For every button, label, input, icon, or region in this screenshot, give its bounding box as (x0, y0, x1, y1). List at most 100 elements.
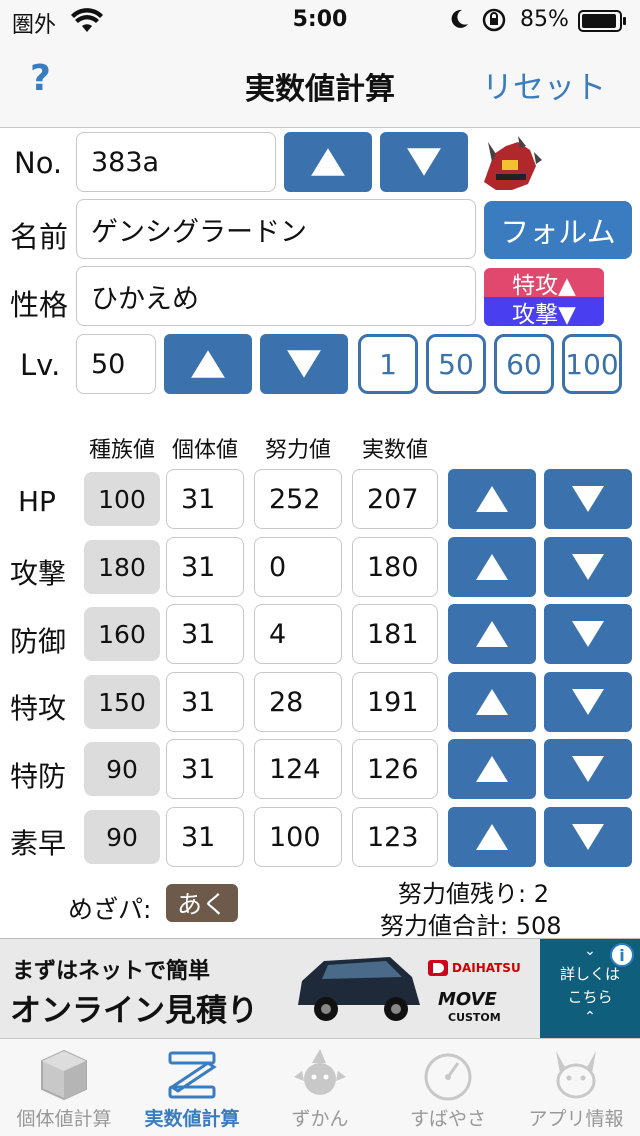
level-label: Lv. (20, 348, 61, 382)
nature-label: 性格 (10, 288, 69, 322)
ad-brand-text: DAIHATSU (452, 961, 521, 975)
tab-label: ずかん (291, 1108, 349, 1130)
triangle-up-icon (476, 554, 508, 580)
stat-up-button-speed[interactable] (448, 807, 536, 867)
number-label: No. (14, 146, 63, 180)
stat-down-button-speed[interactable] (544, 807, 632, 867)
nature-hinder-badge: 攻撃▼ (484, 297, 604, 328)
ad-info-icon[interactable]: i (610, 943, 634, 967)
triangle-down-icon (407, 148, 441, 176)
base-stat-sp-attack: 150 (84, 675, 160, 729)
ad-title: オンライン見積り (10, 993, 258, 1029)
pokemon-sprite-icon (474, 132, 544, 194)
triangle-down-icon (572, 689, 604, 715)
actual-input-speed[interactable]: 123 (352, 807, 438, 867)
stat-label-sp-defense: 特防 (10, 760, 67, 793)
iv-input-sp-attack[interactable]: 31 (166, 672, 244, 732)
name-input[interactable]: ゲンシグラードン (76, 199, 476, 259)
stat-up-button-defense[interactable] (448, 604, 536, 664)
iv-input-attack[interactable]: 31 (166, 537, 244, 597)
column-header-iv: 個体値 (171, 438, 238, 463)
base-stat-sp-defense: 90 (84, 742, 160, 796)
ev-input-hp[interactable]: 252 (254, 469, 342, 529)
ev-input-attack[interactable]: 0 (254, 537, 342, 597)
level-preset-1[interactable]: 1 (358, 334, 418, 394)
chevron-up-icon: ⌃ (584, 1009, 596, 1025)
actual-input-attack[interactable]: 180 (352, 537, 438, 597)
base-stat-speed: 90 (84, 810, 160, 864)
level-preset-60[interactable]: 60 (494, 334, 554, 394)
number-down-button[interactable] (380, 132, 468, 192)
nature-input[interactable]: ひかえめ (76, 266, 476, 326)
stat-up-button-sp-attack[interactable] (448, 672, 536, 732)
base-stat-attack: 180 (84, 540, 160, 594)
daihatsu-d-icon (428, 960, 448, 976)
ev-input-defense[interactable]: 4 (254, 604, 342, 664)
stat-down-button-defense[interactable] (544, 604, 632, 664)
iv-input-speed[interactable]: 31 (166, 807, 244, 867)
triangle-up-icon (311, 148, 345, 176)
stat-up-button-attack[interactable] (448, 537, 536, 597)
reset-button[interactable]: リセット (482, 62, 606, 107)
column-header-base: 種族値 (88, 438, 155, 463)
ev-input-sp-defense[interactable]: 124 (254, 739, 342, 799)
iv-input-hp[interactable]: 31 (166, 469, 244, 529)
hidden-power-label: めざパ: (68, 895, 152, 924)
level-up-button[interactable] (164, 334, 252, 394)
stat-down-button-attack[interactable] (544, 537, 632, 597)
stat-down-button-sp-defense[interactable] (544, 739, 632, 799)
triangle-up-icon (476, 486, 508, 512)
form-button[interactable]: フォルム (484, 201, 632, 259)
triangle-up-icon (476, 756, 508, 782)
triangle-up-icon (476, 689, 508, 715)
ev-input-sp-attack[interactable]: 28 (254, 672, 342, 732)
stat-label-speed: 素早 (10, 827, 67, 860)
ad-details-line2: こちら (567, 988, 613, 1006)
actual-input-hp[interactable]: 207 (352, 469, 438, 529)
level-input[interactable]: 50 (76, 334, 156, 394)
number-up-button[interactable] (284, 132, 372, 192)
actual-input-sp-attack[interactable]: 191 (352, 672, 438, 732)
triangle-down-icon (287, 350, 321, 378)
iv-input-sp-defense[interactable]: 31 (166, 739, 244, 799)
moon-icon (448, 8, 470, 36)
navigation-bar: ? 実数値計算 リセット (0, 40, 640, 128)
base-stat-defense: 160 (84, 607, 160, 661)
stat-down-button-sp-attack[interactable] (544, 672, 632, 732)
triangle-down-icon (572, 554, 604, 580)
triangle-down-icon (572, 486, 604, 512)
tab-pokedex[interactable]: ずかん (256, 1039, 384, 1136)
daihatsu-logo: DAIHATSU (428, 959, 532, 977)
stat-down-button-hp[interactable] (544, 469, 632, 529)
status-bar: 圏外 5:00 85% (0, 0, 640, 40)
tab-app-info[interactable]: アプリ情報 (512, 1039, 640, 1136)
ev-total-text: 努力値合計: 508 (380, 912, 562, 940)
tab-speed[interactable]: すばやさ (384, 1039, 512, 1136)
stat-label-attack: 攻撃 (10, 557, 67, 590)
triangle-up-icon (476, 621, 508, 647)
stat-up-button-sp-defense[interactable] (448, 739, 536, 799)
triangle-up-icon (191, 350, 225, 378)
base-stat-hp: 100 (84, 472, 160, 526)
car-image-icon (290, 947, 425, 1027)
level-preset-100[interactable]: 100 (562, 334, 622, 394)
battery-icon (578, 10, 628, 38)
pikachu-icon (556, 1051, 596, 1099)
tab-label: アプリ情報 (528, 1108, 624, 1130)
level-down-button[interactable] (260, 334, 348, 394)
ev-input-speed[interactable]: 100 (254, 807, 342, 867)
tab-stat-calculator[interactable]: 実数値計算 (128, 1039, 256, 1136)
ad-banner[interactable]: まずはネットで簡単 オンライン見積り DAIHATSU MOVE CUSTOM … (0, 938, 640, 1039)
tab-label: すばやさ (409, 1108, 486, 1130)
iv-input-defense[interactable]: 31 (166, 604, 244, 664)
tab-iv-calculator[interactable]: 個体値計算 (0, 1039, 128, 1136)
stat-label-sp-attack: 特攻 (10, 692, 67, 725)
triangle-up-icon (476, 824, 508, 850)
number-input[interactable]: 383a (76, 132, 276, 192)
hidden-power-type-badge: あく (166, 884, 238, 922)
stat-up-button-hp[interactable] (448, 469, 536, 529)
level-preset-50[interactable]: 50 (426, 334, 486, 394)
actual-input-sp-defense[interactable]: 126 (352, 739, 438, 799)
actual-input-defense[interactable]: 181 (352, 604, 438, 664)
rotation-lock-icon (482, 8, 506, 38)
